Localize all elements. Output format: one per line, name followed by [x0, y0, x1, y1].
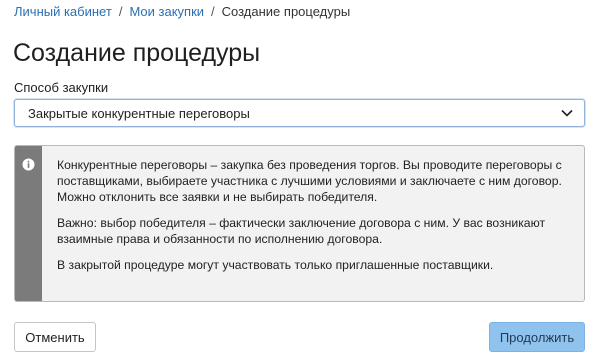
page: Личный кабинет / Мои закупки / Создание …: [0, 0, 600, 364]
info-text: Конкурентные переговоры – закупка без пр…: [57, 157, 577, 283]
info-icon: [22, 158, 35, 171]
breadcrumb: Личный кабинет / Мои закупки / Создание …: [14, 4, 350, 20]
breadcrumb-link-cabinet[interactable]: Личный кабинет: [14, 4, 112, 20]
chevron-down-icon: [560, 106, 574, 120]
info-paragraph: Важно: выбор победителя – фактически зак…: [57, 216, 546, 246]
breadcrumb-separator: /: [211, 4, 215, 19]
breadcrumb-link-my-purchases[interactable]: Мои закупки: [129, 4, 204, 20]
page-title: Создание процедуры: [13, 39, 261, 67]
cancel-button[interactable]: Отменить: [14, 322, 96, 352]
info-paragraph: Конкурентные переговоры – закупка без пр…: [57, 158, 562, 204]
breadcrumb-separator: /: [118, 4, 123, 19]
procurement-method-select[interactable]: Закрытые конкурентные переговоры: [14, 99, 585, 127]
procurement-method-label: Способ закупки: [14, 80, 109, 95]
procurement-method-value: Закрытые конкурентные переговоры: [28, 105, 250, 121]
info-notice: Конкурентные переговоры – закупка без пр…: [14, 145, 585, 302]
info-paragraph: В закрытой процедуре могут участвовать т…: [57, 258, 494, 272]
continue-button[interactable]: Продолжить: [489, 322, 585, 352]
breadcrumb-current: Создание процедуры: [221, 4, 351, 19]
